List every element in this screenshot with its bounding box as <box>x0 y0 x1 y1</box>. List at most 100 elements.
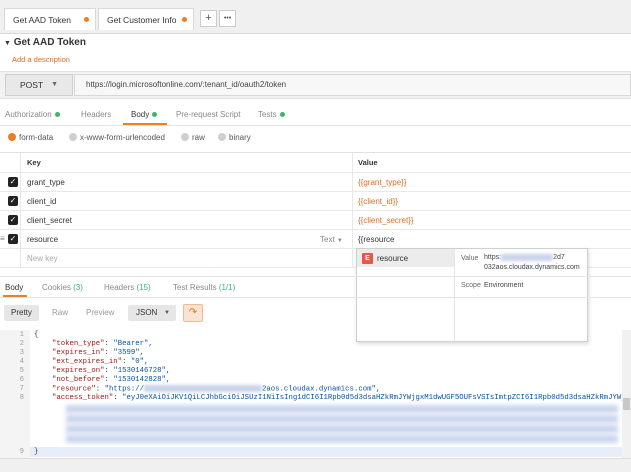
tab-label: Headers <box>104 283 135 292</box>
tab-get-aad-token[interactable]: Get AAD Token <box>4 8 96 30</box>
type-label: Text <box>320 235 335 244</box>
tab-body[interactable]: Body <box>131 110 158 119</box>
tab-test-results[interactable]: Test Results (1/1) <box>173 283 235 292</box>
radio-form-data[interactable]: form-data <box>8 133 53 142</box>
add-description-link[interactable]: Add a description <box>12 55 70 64</box>
checkbox-checked-icon[interactable]: ✓ <box>8 234 18 244</box>
radio-raw[interactable]: raw <box>181 133 205 142</box>
line-number: 9 <box>19 448 24 456</box>
url-input[interactable]: https://login.microsoftonline.com/:tenan… <box>74 74 631 96</box>
param-key[interactable]: grant_type <box>27 178 65 187</box>
variable-value: https: 2d7 032aos.cloudax.dynamics.com <box>484 253 580 273</box>
wrap-lines-button[interactable]: ↷ <box>183 304 203 322</box>
tab-count: (3) <box>73 283 83 292</box>
suggestion-item[interactable]: E resource <box>357 249 454 267</box>
plus-icon: + <box>205 12 212 24</box>
tab-label: Authorization <box>5 110 52 119</box>
redacted-token-line <box>66 435 618 443</box>
param-key[interactable]: client_secret <box>27 216 72 225</box>
radio-binary[interactable]: binary <box>218 133 251 142</box>
drag-handle-icon[interactable]: ≡ <box>0 234 5 243</box>
scope-value: Environment <box>484 282 524 289</box>
code-line: "expires_on": "1530146728", <box>52 367 171 375</box>
status-bar <box>0 458 631 472</box>
json-value: 2aos.cloudax.dynamics.com", <box>261 385 381 394</box>
redacted-token-line <box>66 415 618 423</box>
tab-tests[interactable]: Tests <box>258 110 285 119</box>
method-label: POST <box>20 80 44 90</box>
param-value[interactable]: {{client_secret}} <box>358 216 414 225</box>
environment-badge-icon: E <box>362 253 373 264</box>
more-icon: ••• <box>223 15 232 22</box>
unsaved-dot-icon <box>84 17 89 22</box>
preview-button[interactable]: Preview <box>79 305 121 321</box>
tab-response-body[interactable]: Body <box>5 283 23 292</box>
key-column-header: Key <box>27 158 41 167</box>
new-key-input[interactable]: New key <box>27 254 58 263</box>
redacted-text <box>143 385 262 392</box>
tab-get-customer-info[interactable]: Get Customer Info <box>98 8 194 30</box>
json-value: "Bearer", <box>113 340 153 348</box>
collapse-caret-icon: ▼ <box>4 40 11 47</box>
param-value-input[interactable]: {{resource <box>358 235 394 244</box>
type-select[interactable]: Text ▼ <box>320 235 343 244</box>
request-title[interactable]: ▼ Get AAD Token <box>4 37 86 48</box>
param-key[interactable]: resource <box>27 235 58 244</box>
pretty-button[interactable]: Pretty <box>4 305 39 321</box>
tab-response-headers[interactable]: Headers (15) <box>104 283 151 292</box>
unsaved-dot-icon <box>182 17 187 22</box>
value-suffix: 2d7 <box>553 254 565 261</box>
value-label: Value <box>461 255 479 262</box>
raw-button[interactable]: Raw <box>45 305 75 321</box>
param-value[interactable]: {{client_id}} <box>358 197 398 206</box>
value-prefix: https: <box>484 254 502 261</box>
radio-icon <box>218 133 226 141</box>
response-body-editor[interactable]: 1 2 3 4 5 6 7 8 9 { "token_type": "Beare… <box>0 330 631 458</box>
tab-headers[interactable]: Headers <box>81 110 111 119</box>
tab-label: Body <box>131 110 150 119</box>
json-value: "1530142828", <box>113 376 171 384</box>
json-key: "access_token" <box>52 394 114 402</box>
value-column-header: Value <box>358 158 378 167</box>
checkbox-checked-icon[interactable]: ✓ <box>8 215 18 225</box>
checkbox-checked-icon[interactable]: ✓ <box>8 196 18 206</box>
line-number: 2 <box>19 340 24 348</box>
scrollbar[interactable] <box>622 330 631 458</box>
json-value: "3599", <box>113 349 144 357</box>
tab-cookies[interactable]: Cookies (3) <box>42 283 83 292</box>
tab-label: Tests <box>258 110 277 119</box>
radio-icon <box>181 133 189 141</box>
param-value[interactable]: {{grant_type}} <box>358 178 407 187</box>
tab-count: (15) <box>136 283 151 292</box>
radio-label: x-www-form-urlencoded <box>80 133 165 142</box>
code-open-brace: { <box>34 331 39 339</box>
radio-urlencoded[interactable]: x-www-form-urlencoded <box>69 133 165 142</box>
checkbox-checked-icon[interactable]: ✓ <box>8 177 18 187</box>
json-key: "not_before" <box>52 376 105 384</box>
line-number: 4 <box>19 358 24 366</box>
divider <box>0 276 631 277</box>
status-dot-icon <box>152 112 158 118</box>
tab-label: Cookies <box>42 283 71 292</box>
param-key[interactable]: client_id <box>27 197 56 206</box>
divider <box>0 297 631 298</box>
code-line: "resource": "https://2aos.cloudax.dynami… <box>52 385 381 394</box>
tab-authorization[interactable]: Authorization <box>5 110 60 119</box>
table-row: ✓ client_id {{client_id}} <box>0 192 631 211</box>
radio-label: form-data <box>19 133 54 142</box>
wrap-icon: ↷ <box>188 307 198 318</box>
method-select[interactable]: POST ▼ <box>5 74 73 96</box>
tab-prerequest-script[interactable]: Pre-request Script <box>176 110 240 119</box>
chevron-down-icon: ▼ <box>336 238 343 244</box>
radio-icon <box>69 133 77 141</box>
line-number: 8 <box>19 394 24 402</box>
radio-label: raw <box>192 133 205 142</box>
tab-options-button[interactable]: ••• <box>219 10 236 27</box>
language-select[interactable]: JSON ▼ <box>128 305 176 321</box>
scrollbar-thumb[interactable] <box>623 398 630 410</box>
table-row: ✓ client_secret {{client_secret}} <box>0 211 631 230</box>
new-tab-button[interactable]: + <box>200 10 217 27</box>
code-close-brace: } <box>34 448 39 456</box>
variable-autocomplete: E resource Value https: 2d7 032aos.clouda… <box>356 248 588 342</box>
divider <box>0 125 631 126</box>
